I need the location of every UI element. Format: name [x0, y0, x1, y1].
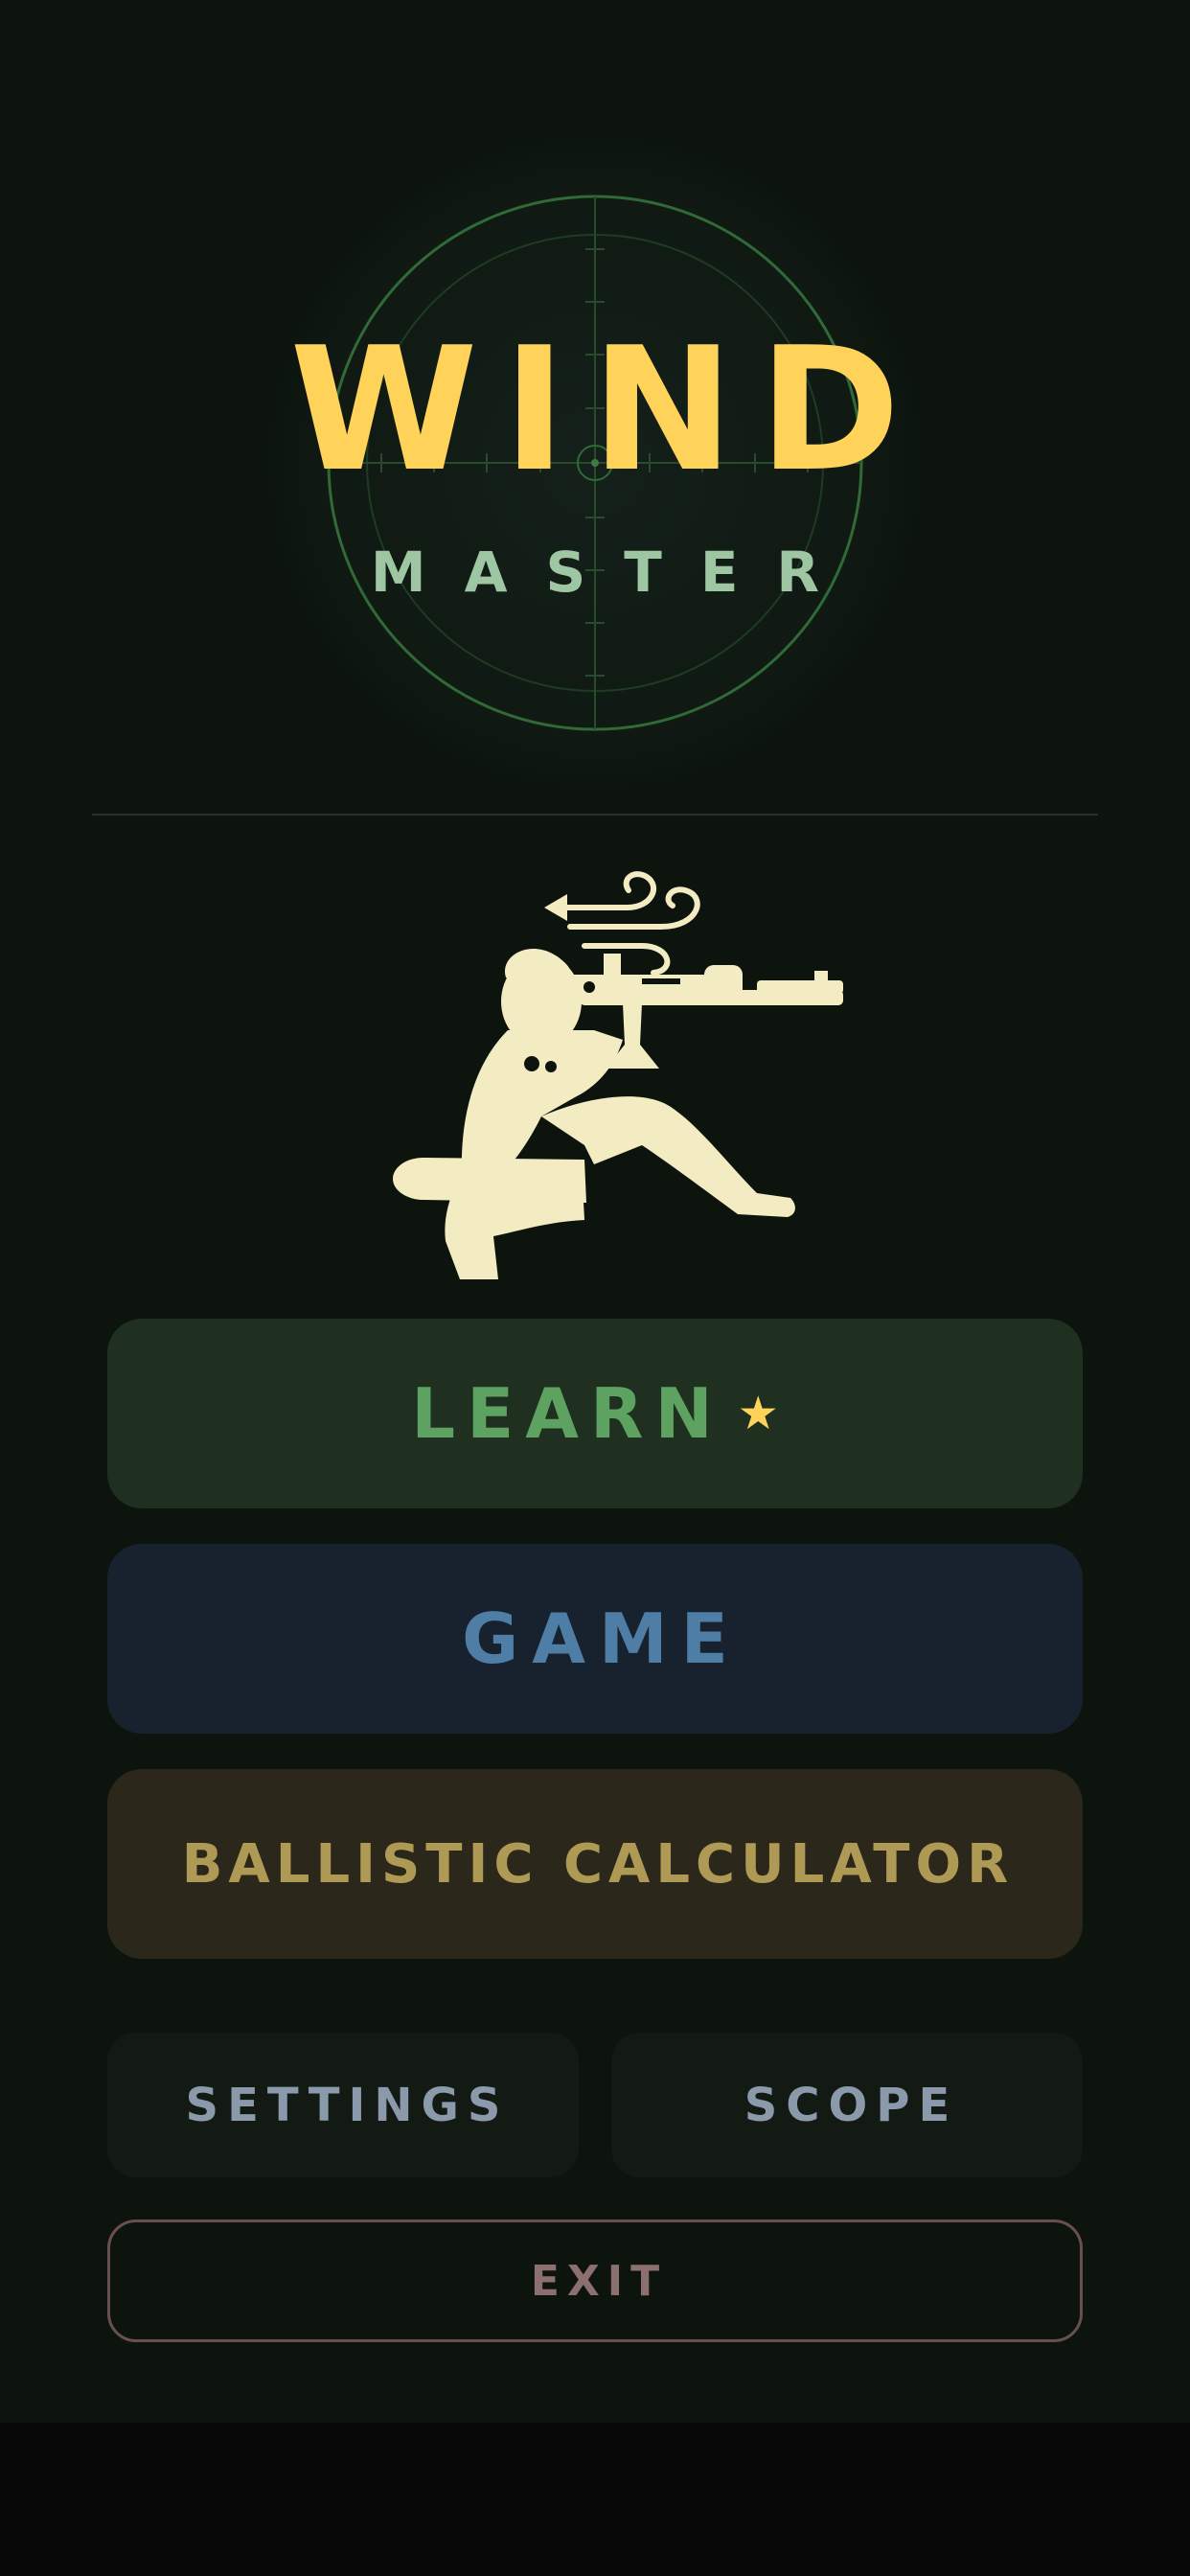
divider	[92, 814, 1098, 816]
game-button-label: GAME	[462, 1598, 742, 1679]
app-title: WIND	[289, 310, 926, 509]
learn-button-label: LEARN	[411, 1373, 724, 1454]
bottom-bar	[0, 2423, 1190, 2576]
main-menu-screen: WIND MASTER LEARN ★ GAME BALLISTIC CALCU…	[0, 0, 1190, 2423]
ballistic-calculator-button[interactable]: BALLISTIC CALCULATOR	[107, 1769, 1083, 1959]
app-subtitle: MASTER	[370, 540, 858, 605]
exit-button-label: EXIT	[530, 2256, 668, 2306]
game-button[interactable]: GAME	[107, 1544, 1083, 1734]
star-icon: ★	[737, 1387, 779, 1440]
sniper-with-wind-icon	[355, 858, 843, 1279]
settings-button-label: SETTINGS	[185, 2078, 510, 2132]
scope-button[interactable]: SCOPE	[611, 2033, 1083, 2177]
learn-button[interactable]: LEARN ★	[107, 1319, 1083, 1508]
ballistic-calculator-button-label: BALLISTIC CALCULATOR	[181, 1832, 1015, 1896]
exit-button[interactable]: EXIT	[107, 2220, 1083, 2342]
settings-button[interactable]: SETTINGS	[107, 2033, 579, 2177]
scope-button-label: SCOPE	[744, 2078, 959, 2132]
